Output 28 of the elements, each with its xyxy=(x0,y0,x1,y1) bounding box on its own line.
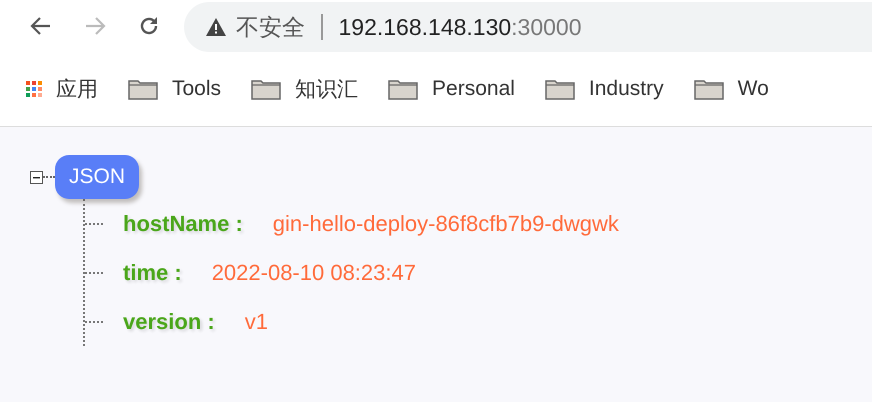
url-port: :30000 xyxy=(511,14,582,40)
warning-icon xyxy=(206,18,226,36)
reload-icon xyxy=(138,15,160,37)
json-value: v1 xyxy=(244,308,268,334)
apps-grid-icon xyxy=(26,81,42,97)
url-host: 192.168.148.130 xyxy=(338,14,512,40)
json-value: gin-hello-deploy-86f8cfb7b9-dwgwk xyxy=(272,210,619,236)
security-label: 不安全 xyxy=(236,12,305,42)
bookmark-folder[interactable]: Tools xyxy=(128,77,222,101)
folder-icon xyxy=(544,78,575,100)
bookmark-folder[interactable]: Wo xyxy=(694,77,769,101)
root-node[interactable]: JSON xyxy=(55,155,140,199)
json-value: 2022-08-10 08:23:47 xyxy=(212,260,416,286)
folder-icon xyxy=(251,78,282,100)
bookmark-folder[interactable]: 知识汇 xyxy=(251,75,358,103)
bookmark-folder[interactable]: Industry xyxy=(544,77,664,101)
json-key: version : xyxy=(123,308,215,334)
folder-icon xyxy=(128,78,158,100)
collapse-toggle[interactable] xyxy=(30,170,43,184)
json-key: hostName : xyxy=(123,210,243,236)
apps-bookmark[interactable]: 应用 xyxy=(26,75,98,103)
folder-icon xyxy=(694,78,724,100)
folder-icon xyxy=(388,78,418,100)
bookmark-folder[interactable]: Personal xyxy=(388,77,515,101)
address-bar[interactable]: 不安全 192.168.148.130:30000 xyxy=(184,2,872,52)
forward-arrow-icon xyxy=(84,16,106,36)
back-arrow-icon xyxy=(30,16,52,36)
json-key: time : xyxy=(123,260,182,286)
